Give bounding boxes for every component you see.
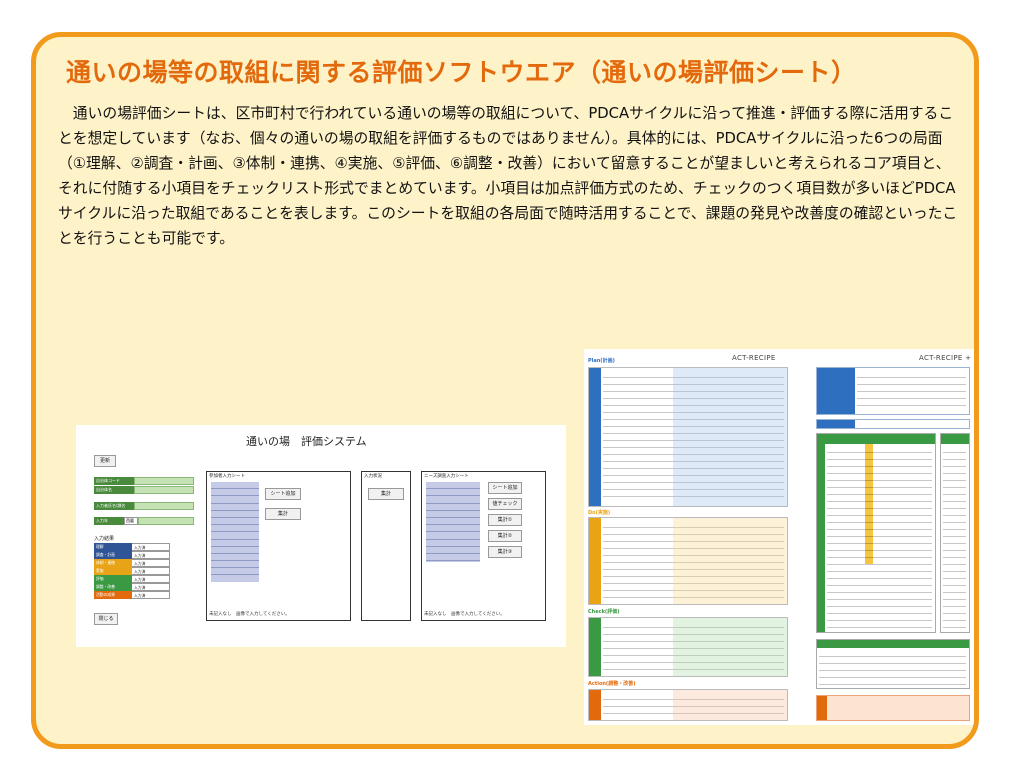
results-label: 入力結果	[94, 536, 115, 542]
act-recipe-screenshot: ACT-RECIPE ACT-RECIPE + Plan(計画) Do(実施) …	[584, 349, 974, 725]
status-aggregate-button[interactable]: 集計	[368, 488, 404, 500]
municipality-code-label: 自治体コード	[94, 477, 134, 485]
result-row: 調査・計画 入力済	[94, 551, 170, 559]
do-section-label: Do(実施)	[588, 510, 611, 516]
municipality-name-field[interactable]	[134, 486, 194, 494]
check-section	[588, 617, 788, 677]
recipe-plus-notes	[816, 695, 970, 721]
evaluation-system-screenshot: 通いの場 評価システム 更新 自治体コード 自治体名 入力者氏名/課名 入力年 …	[76, 425, 566, 647]
needs-add-sheet-button[interactable]: シート追加	[488, 482, 522, 494]
result-row: 実施 入力済	[94, 567, 170, 575]
add-sheet-button[interactable]: シート追加	[265, 488, 301, 500]
aggregate3-button[interactable]: 集計③	[488, 546, 522, 558]
participant-sheet-panel: 参加者入力シート シート追加 集計 未記入なし 画像で入力してください。	[206, 471, 351, 621]
aggregate1-button[interactable]: 集計①	[488, 514, 522, 526]
plan-section-label: Plan(計画)	[588, 358, 615, 364]
needs-survey-caption: ニーズ調査入力シート	[424, 474, 469, 479]
result-row: 調整・改善 入力済	[94, 583, 170, 591]
value-check-button[interactable]: 値チェック	[488, 498, 522, 510]
panel-title: 通いの場等の取組に関する評価ソフトウエア（通いの場評価シート）	[66, 58, 857, 87]
action-section-label: Action(調整・改善)	[588, 681, 636, 687]
action-section	[588, 689, 788, 721]
description-text: 通いの場評価シートは、区市町村で行われている通いの場等の取組について、PDCAサ…	[58, 105, 958, 247]
act-recipe-header: ACT-RECIPE	[732, 354, 776, 362]
result-row: 体制・連携 入力済	[94, 559, 170, 567]
municipality-name-label: 自治体名	[94, 486, 134, 494]
input-year-field[interactable]	[138, 517, 194, 525]
input-status-panel: 入力状況 集計	[361, 471, 411, 621]
recipe-plus-side-column	[940, 433, 970, 633]
plan-section	[588, 367, 788, 507]
recipe-plus-label-row	[816, 419, 970, 429]
year-value: 西暦	[124, 517, 138, 525]
system-title: 通いの場 評価システム	[246, 435, 367, 448]
result-row: 評価 入力済	[94, 575, 170, 583]
update-button[interactable]: 更新	[94, 455, 116, 467]
needs-survey-panel: ニーズ調査入力シート シート追加 値チェック 集計① 集計② 集計③ 未記入なし…	[421, 471, 546, 621]
participant-sheet-list[interactable]	[211, 482, 259, 582]
participant-note: 未記入なし 画像で入力してください。	[209, 612, 290, 617]
municipality-code-field[interactable]	[134, 477, 194, 485]
result-row: 理解 入力済	[94, 543, 170, 551]
do-section	[588, 517, 788, 605]
recipe-plus-checklist	[816, 433, 936, 633]
info-panel: 通いの場等の取組に関する評価ソフトウエア（通いの場評価シート） 通いの場評価シー…	[31, 32, 979, 749]
act-recipe-plus-header: ACT-RECIPE +	[919, 354, 972, 362]
aggregate2-button[interactable]: 集計②	[488, 530, 522, 542]
input-year-label: 入力年	[94, 517, 124, 525]
input-status-caption: 入力状況	[364, 474, 382, 479]
check-section-label: Check(評価)	[588, 609, 620, 615]
recipe-plus-top-table	[816, 367, 970, 415]
recipe-plus-outcome-table	[816, 639, 970, 689]
entry-person-label: 入力者氏名/課名	[94, 502, 134, 510]
entry-person-field[interactable]	[134, 502, 194, 510]
aggregate-button[interactable]: 集計	[265, 508, 301, 520]
participant-sheet-caption: 参加者入力シート	[209, 474, 245, 479]
result-row: 活動の成果 入力済	[94, 591, 170, 599]
close-button[interactable]: 閉じる	[94, 613, 118, 625]
needs-note: 未記入なし 画像で入力してください。	[424, 612, 505, 617]
needs-survey-list[interactable]	[426, 482, 480, 562]
